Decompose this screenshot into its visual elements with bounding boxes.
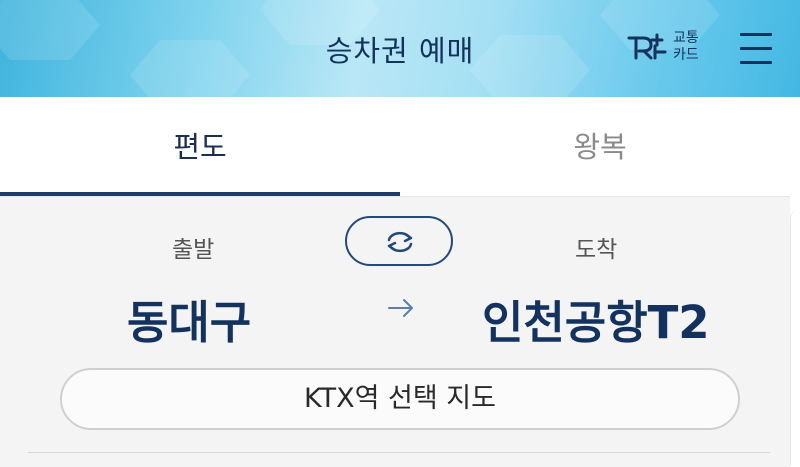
arrow-right-icon <box>388 299 413 317</box>
menu-bar <box>740 47 772 50</box>
menu-bar <box>740 33 772 36</box>
hamburger-menu-icon[interactable] <box>738 32 774 66</box>
arrival-station[interactable]: 인천공항T2 <box>482 286 710 351</box>
ktx-station-map-button[interactable]: KTX역 선택 지도 <box>60 368 740 430</box>
tab-one-way[interactable]: 편도 <box>0 97 400 195</box>
card-logo-line1: 교통 <box>673 30 699 46</box>
divider <box>28 452 770 453</box>
swap-arrows-icon <box>387 231 413 253</box>
departure-label: 출발 <box>172 237 215 263</box>
swap-stations-button[interactable] <box>345 216 453 266</box>
menu-bar <box>740 61 772 64</box>
arrival-label: 도착 <box>575 237 618 263</box>
trip-type-tabs: 편도 왕복 <box>0 97 800 195</box>
card-logo-line2: 카드 <box>673 47 699 63</box>
tab-round-trip[interactable]: 왕복 <box>400 97 800 195</box>
next-card-edge <box>790 210 800 466</box>
app-header: 승차권 예매 교통 카드 <box>0 0 800 97</box>
departure-station[interactable]: 동대구 <box>127 286 251 351</box>
rail-plus-logo-icon <box>627 33 667 60</box>
transport-card-button[interactable]: 교통 카드 <box>627 28 707 68</box>
